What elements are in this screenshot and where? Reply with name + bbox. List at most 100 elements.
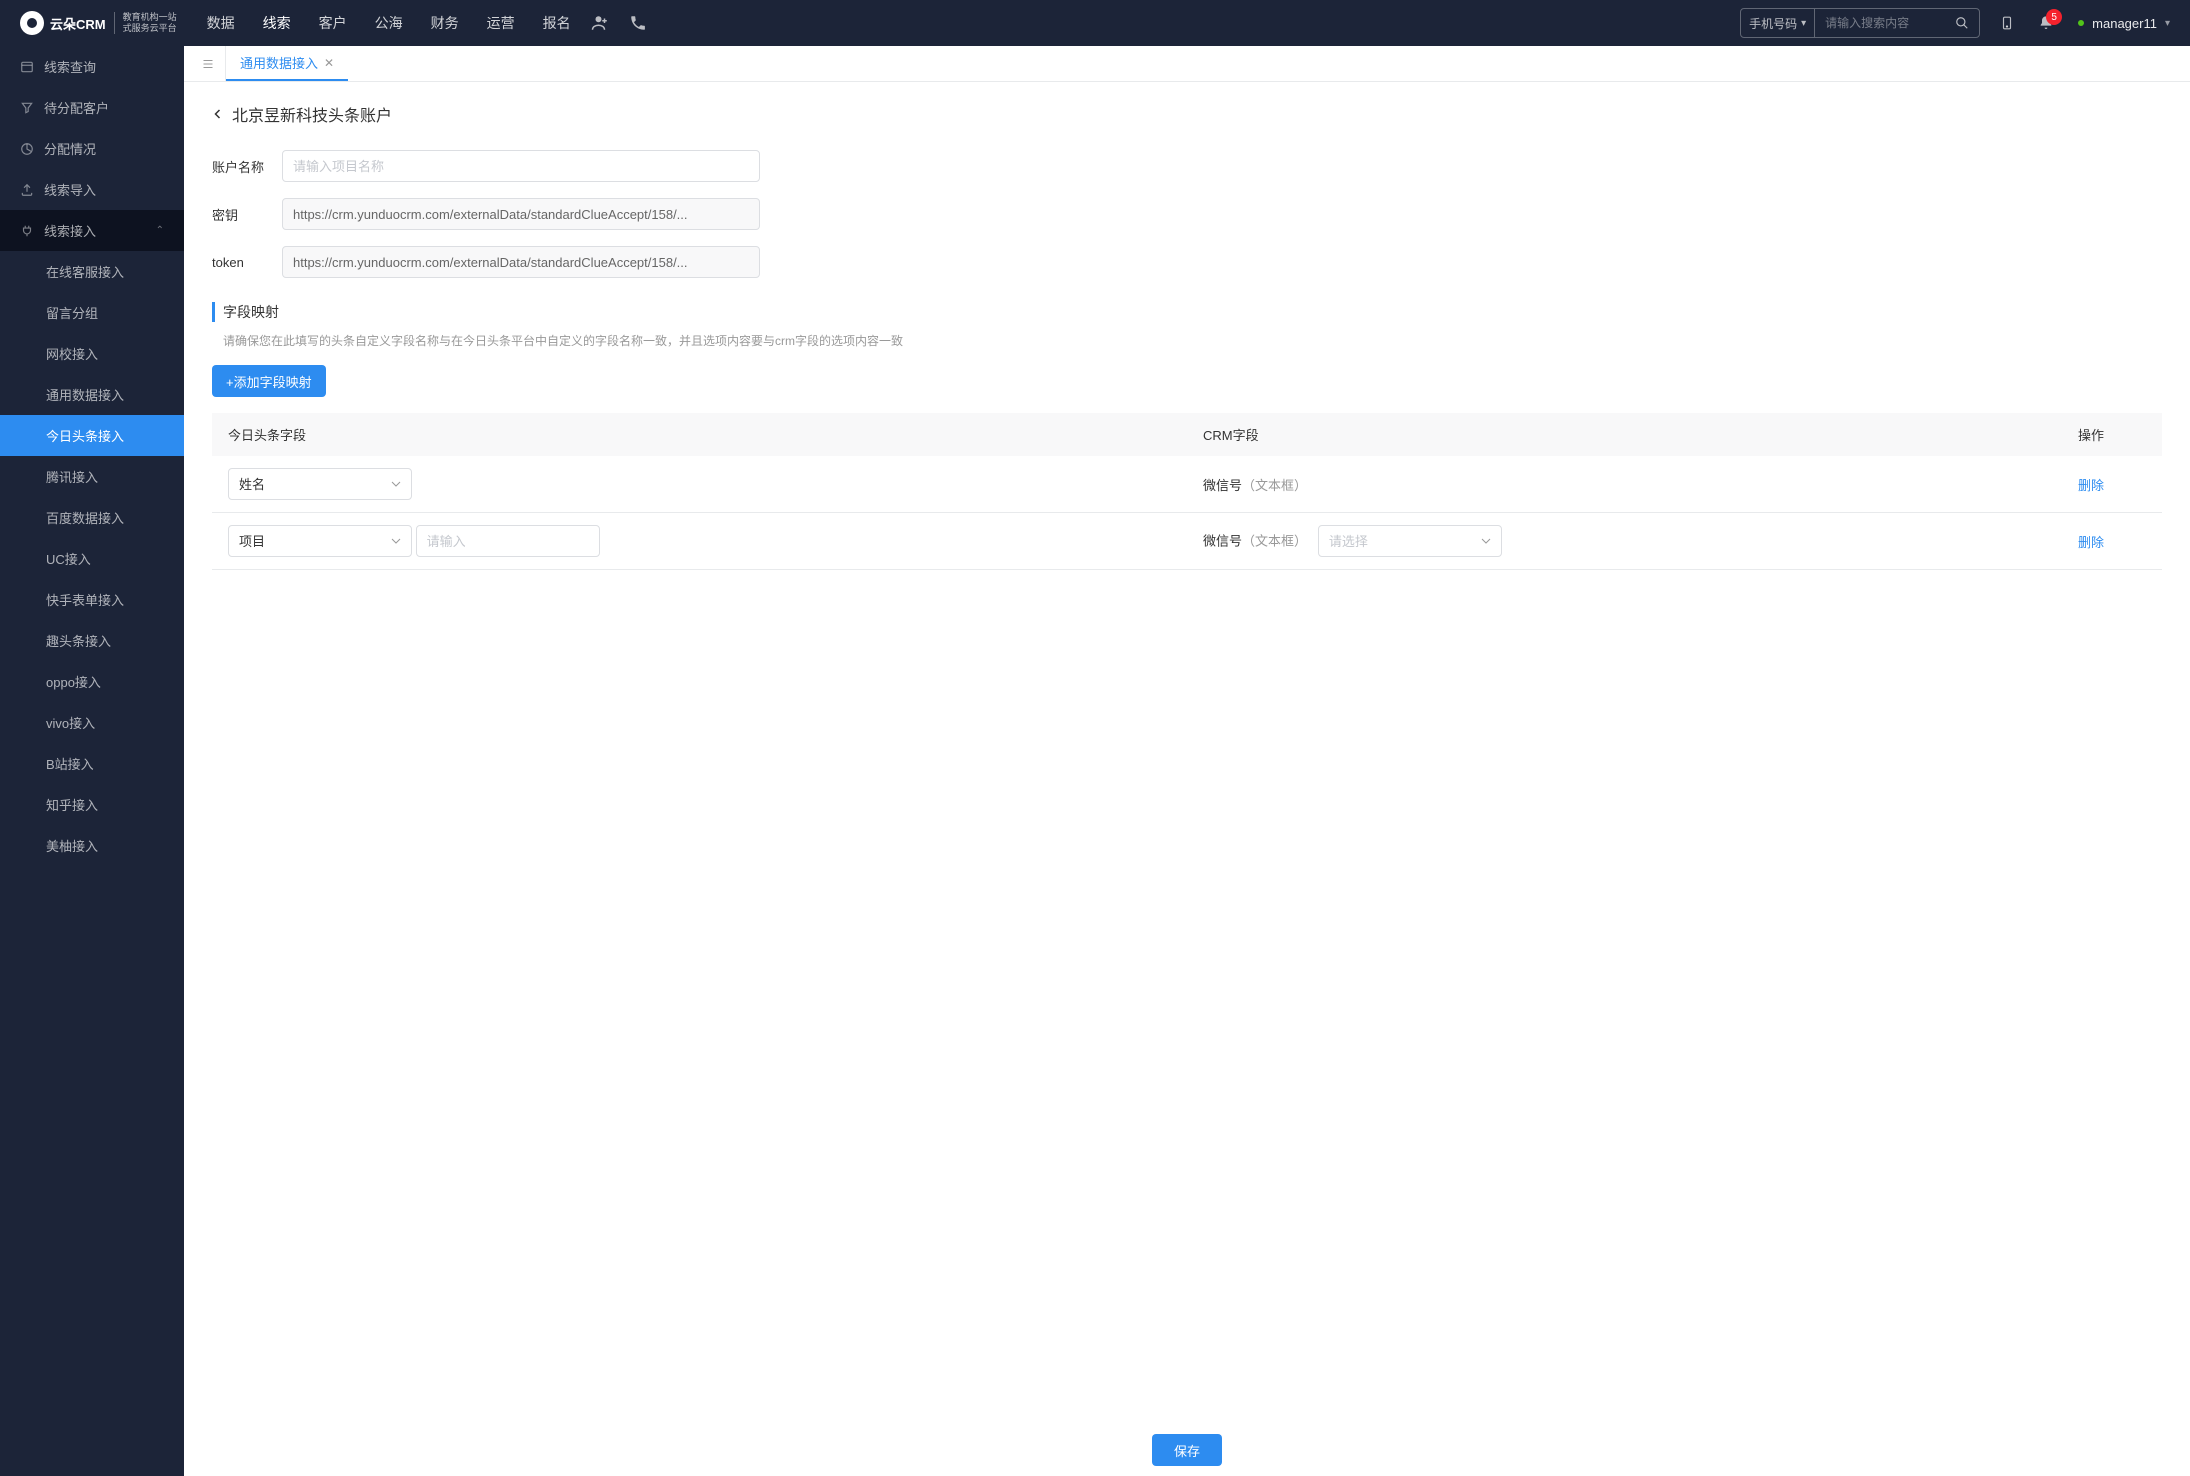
label-token: token — [212, 255, 282, 270]
search-input[interactable] — [1815, 9, 1945, 37]
user-name: manager11 — [2092, 16, 2157, 31]
chevron-down-icon: ▾ — [1801, 18, 1806, 29]
sidebar: 线索查询待分配客户分配情况线索导入线索接入 ⌃ 在线客服接入留言分组网校接入通用数据… — [0, 46, 184, 1476]
form-row-token: token — [212, 246, 2162, 278]
tab-active[interactable]: 通用数据接入 ✕ — [226, 46, 348, 81]
toutiao-field-select[interactable]: 姓名 — [228, 468, 412, 500]
sidebar-sub-item[interactable]: 今日头条接入 — [0, 415, 184, 456]
header: 云朵CRM 教育机构一站 式服务云平台 数据 线索 客户 公海 财务 运营 报名 手机号码 … — [0, 0, 2190, 46]
form-row-account: 账户名称 — [212, 150, 2162, 182]
chevron-down-icon: ▾ — [2165, 18, 2170, 29]
close-icon[interactable]: ✕ — [324, 56, 334, 70]
header-nav-icons — [591, 14, 647, 32]
sidebar-item[interactable]: 线索导入 — [0, 169, 184, 210]
sidebar-sub-item[interactable]: 美柚接入 — [0, 825, 184, 866]
sidebar-sub-item[interactable]: 留言分组 — [0, 292, 184, 333]
sidebar-sub-item[interactable]: B站接入 — [0, 743, 184, 784]
user-menu[interactable]: manager11 ▾ — [2078, 16, 2170, 31]
sidebar-item-label: 线索查询 — [44, 57, 96, 76]
pie-icon — [20, 142, 34, 156]
logo: 云朵CRM 教育机构一站 式服务云平台 — [20, 11, 177, 35]
logo-sub-2: 式服务云平台 — [123, 23, 177, 34]
crm-field-type: （文本框） — [1242, 534, 1307, 549]
logo-subtitle: 教育机构一站 式服务云平台 — [123, 12, 177, 34]
sidebar-item[interactable]: 线索接入 ⌃ — [0, 210, 184, 251]
phone-icon[interactable] — [629, 14, 647, 32]
breadcrumb: 北京昱新科技头条账户 — [212, 102, 2162, 126]
nav-item[interactable]: 运营 — [487, 13, 515, 33]
search-type-select[interactable]: 手机号码 ▾ — [1741, 9, 1815, 37]
sidebar-sub-item[interactable]: 腾讯接入 — [0, 456, 184, 497]
col-toutiao: 今日头条字段 — [212, 413, 1187, 456]
sidebar-sub-item[interactable]: 在线客服接入 — [0, 251, 184, 292]
table-row: 姓名 微信号（文本框） 删除 — [212, 456, 2162, 513]
sidebar-sub-item[interactable]: vivo接入 — [0, 702, 184, 743]
plug-icon — [20, 224, 34, 238]
nav-item[interactable]: 客户 — [319, 13, 347, 33]
content: 通用数据接入 ✕ 北京昱新科技头条账户 账户名称 密钥 token — [184, 46, 2190, 1476]
header-right: 5 manager11 ▾ — [2000, 14, 2170, 32]
delete-link[interactable]: 删除 — [2078, 535, 2104, 550]
sidebar-sub-item[interactable]: 趣头条接入 — [0, 620, 184, 661]
logo-text: 云朵CRM — [50, 14, 106, 33]
chevron-up-icon: ⌃ — [156, 225, 164, 236]
sidebar-item-label: 线索接入 — [44, 221, 96, 240]
search-type-label: 手机号码 — [1749, 15, 1797, 32]
mapping-table: 今日头条字段 CRM字段 操作 姓名微信号（文本框）删除项目 微信号（文本框） … — [212, 413, 2162, 570]
sidebar-sub-item[interactable]: 知乎接入 — [0, 784, 184, 825]
nav-item[interactable]: 公海 — [375, 13, 403, 33]
upload-icon — [20, 183, 34, 197]
table-row: 项目 微信号（文本框） 请选择 删除 — [212, 513, 2162, 570]
search-box: 手机号码 ▾ — [1740, 8, 1980, 38]
fold-button[interactable] — [190, 46, 226, 81]
footer-bar: 保存 — [184, 1434, 2190, 1466]
logo-icon — [20, 11, 44, 35]
add-mapping-button[interactable]: +添加字段映射 — [212, 365, 326, 397]
tab-label: 通用数据接入 — [240, 53, 318, 72]
input-account-name[interactable] — [282, 150, 760, 182]
status-dot-icon — [2078, 20, 2084, 26]
crm-field-name: 微信号 — [1203, 534, 1242, 549]
top-nav: 数据 线索 客户 公海 财务 运营 报名 — [207, 13, 571, 33]
toutiao-field-select[interactable]: 项目 — [228, 525, 412, 557]
sidebar-sub-item[interactable]: 快手表单接入 — [0, 579, 184, 620]
back-icon[interactable] — [212, 106, 224, 122]
crm-field-name: 微信号 — [1203, 478, 1242, 493]
section-heading: 字段映射 — [212, 302, 2162, 322]
search-button[interactable] — [1945, 16, 1979, 30]
sidebar-sub-item[interactable]: oppo接入 — [0, 661, 184, 702]
delete-link[interactable]: 删除 — [2078, 478, 2104, 493]
form-row-secret: 密钥 — [212, 198, 2162, 230]
sidebar-item-label: 分配情况 — [44, 139, 96, 158]
input-secret[interactable] — [282, 198, 760, 230]
save-button[interactable]: 保存 — [1152, 1434, 1222, 1466]
page-body: 北京昱新科技头条账户 账户名称 密钥 token 字段映射 请确保您在此填写的头… — [184, 82, 2190, 1476]
crm-option-select[interactable]: 请选择 — [1318, 525, 1502, 557]
sidebar-item-label: 线索导入 — [44, 180, 96, 199]
sidebar-item[interactable]: 待分配客户 — [0, 87, 184, 128]
nav-item[interactable]: 数据 — [207, 13, 235, 33]
notification-badge: 5 — [2046, 9, 2062, 25]
nav-item[interactable]: 线索 — [263, 13, 291, 33]
sidebar-sub-item[interactable]: 通用数据接入 — [0, 374, 184, 415]
notifications-button[interactable]: 5 — [2038, 15, 2054, 31]
logo-sub-1: 教育机构一站 — [123, 12, 177, 23]
col-crm: CRM字段 — [1187, 413, 2062, 456]
sidebar-item[interactable]: 分配情况 — [0, 128, 184, 169]
sidebar-item[interactable]: 线索查询 — [0, 46, 184, 87]
col-action: 操作 — [2062, 413, 2162, 456]
sidebar-sub-item[interactable]: 网校接入 — [0, 333, 184, 374]
input-token[interactable] — [282, 246, 760, 278]
sidebar-sub-item[interactable]: UC接入 — [0, 538, 184, 579]
nav-item[interactable]: 财务 — [431, 13, 459, 33]
nav-item[interactable]: 报名 — [543, 13, 571, 33]
mobile-icon[interactable] — [2000, 14, 2014, 32]
logo-separator — [114, 12, 115, 34]
toutiao-value-input[interactable] — [416, 525, 600, 557]
section-desc: 请确保您在此填写的头条自定义字段名称与在今日头条平台中自定义的字段名称一致，并且… — [212, 332, 2162, 349]
label-account: 账户名称 — [212, 157, 282, 176]
user-plus-icon[interactable] — [591, 14, 609, 32]
page-title: 北京昱新科技头条账户 — [232, 102, 392, 126]
sidebar-sub-item[interactable]: 百度数据接入 — [0, 497, 184, 538]
crm-field-type: （文本框） — [1242, 478, 1307, 493]
